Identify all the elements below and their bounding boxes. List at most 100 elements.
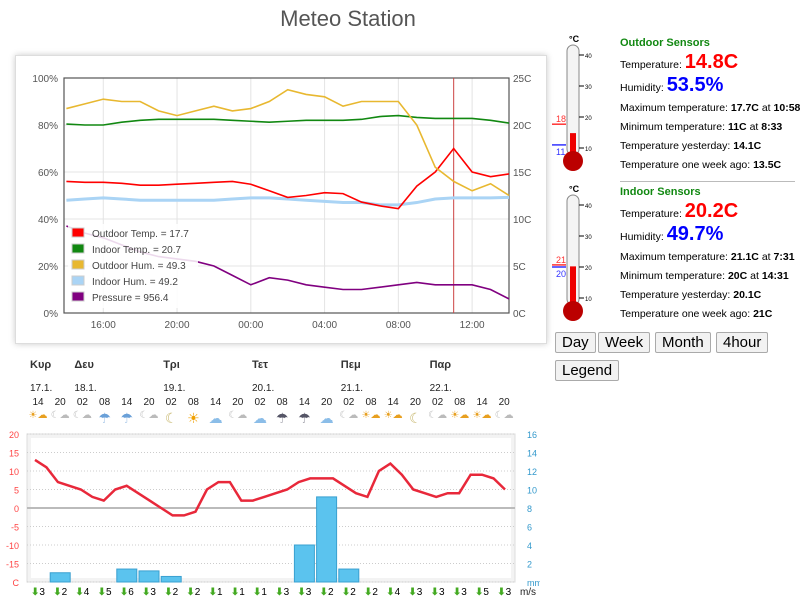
forecast-hour: 14 xyxy=(121,397,133,408)
outdoor-hum-value: 53.5% xyxy=(666,74,724,96)
forecast-hour: 20 xyxy=(498,397,510,408)
forecast-hour: 20 xyxy=(321,397,333,408)
forecast-day-name: Τετ xyxy=(252,359,269,371)
legend-entry: Outdoor Hum. = 49.3 xyxy=(92,261,186,272)
sun-cloud-icon: ☀☁ xyxy=(383,410,403,421)
left-axis-tick: 100% xyxy=(32,74,58,85)
legend-swatch xyxy=(71,243,85,254)
main-chart[interactable]: 0% 0C 20% 5C 40% 10C 60% 15C 80% 20C 100% 25C 16:00 2… xyxy=(15,55,547,344)
forecast-hour: 02 xyxy=(343,397,355,408)
main-chart-svg[interactable]: 0% 0C 20% 5C 40% 10C 60% 15C 80% 20C 100% 25C 16:00 2… xyxy=(16,56,546,343)
moon-cloud-icon: ☾☁ xyxy=(50,410,70,421)
sun-cloud-icon: ☀☁ xyxy=(450,410,470,421)
divider xyxy=(620,181,795,182)
scale-label: 10 xyxy=(585,147,592,153)
forecast-hour: 08 xyxy=(365,397,377,408)
unit-label: °C xyxy=(569,184,580,194)
legend-entry: Pressure = 956.4 xyxy=(92,293,169,304)
legend-entry: Indoor Temp. = 20.7 xyxy=(92,245,181,256)
thermometer-bulb xyxy=(563,151,583,171)
right-axis-tick: 15C xyxy=(513,168,531,179)
forecast-date: 18.1. xyxy=(74,383,97,394)
outdoor-max-label: Maximum temperature: xyxy=(620,102,728,114)
thermometers: °C 40 30 20 10 18 11 °C 40 30 20 10 21 20 xyxy=(552,34,592,321)
precipitation-bar xyxy=(293,544,315,583)
left-axis-tick: 60% xyxy=(38,168,58,179)
forecast-chart: 20 16 15 14 10 12 5 10 0 8 -5 6 -10 4 -15 2 C mm xyxy=(6,430,540,588)
precip-axis-tick: 10 xyxy=(527,486,537,496)
left-axis-tick: 0% xyxy=(44,309,59,320)
indoor-min-value: 20C xyxy=(727,270,748,282)
moon-cloud-icon: ☾☁ xyxy=(428,410,448,421)
moon-cloud-icon: ☾☁ xyxy=(494,410,514,421)
forecast-day-name: Τρι xyxy=(163,359,180,371)
temp-axis-tick: -10 xyxy=(6,541,19,551)
precipitation-bar xyxy=(338,568,360,583)
moon-cloud-icon: ☾☁ xyxy=(228,410,248,421)
week-button[interactable]: Week xyxy=(598,332,651,353)
forecast-hour: 14 xyxy=(32,397,44,408)
scale-label: 40 xyxy=(585,54,592,60)
right-axis-tick: 20C xyxy=(513,121,531,132)
forecast-date: 19.1. xyxy=(163,383,186,394)
outdoor-hum-label: Humidity: xyxy=(620,82,664,94)
chart-legend: Outdoor Temp. = 17.7 Indoor Temp. = 20.7 O… xyxy=(68,224,198,308)
month-button[interactable]: Month xyxy=(655,332,711,353)
moon-cloud-icon: ☾☁ xyxy=(72,410,92,421)
temp-axis-tick: -5 xyxy=(11,523,19,533)
forecast-hour: 14 xyxy=(210,397,222,408)
indoor-sensors-title: Indoor Sensors xyxy=(620,186,701,198)
legend-swatch xyxy=(71,259,85,270)
scale-label: 40 xyxy=(585,204,592,210)
precip-axis-tick: 16 xyxy=(527,430,537,440)
temp-axis-tick: 5 xyxy=(14,486,19,496)
at-label: at xyxy=(750,270,759,282)
precipitation-bar xyxy=(160,575,182,583)
thermometer-bulb xyxy=(563,301,583,321)
day-button[interactable]: Day xyxy=(555,332,596,353)
outdoor-sensors-title: Outdoor Sensors xyxy=(620,37,710,49)
legend-entry: Indoor Hum. = 49.2 xyxy=(92,277,178,288)
forecast-hour: 08 xyxy=(276,397,288,408)
right-axis-tick: 10C xyxy=(513,215,531,226)
legend-entry: Outdoor Temp. = 17.7 xyxy=(92,229,189,240)
4hour-button[interactable]: 4hour xyxy=(716,332,769,353)
outdoor-temp-value: 14.8C xyxy=(684,51,739,73)
indoor-min-time: 14:31 xyxy=(761,270,789,282)
legend-swatch xyxy=(71,227,85,238)
legend-swatch xyxy=(71,291,85,302)
precip-axis-tick: 2 xyxy=(527,560,532,570)
at-label: at xyxy=(761,102,771,114)
legend-button[interactable]: Legend xyxy=(555,360,620,381)
forecast-date: 21.1. xyxy=(340,383,364,394)
unit-label: °C xyxy=(569,34,580,44)
outdoor-yesterday-label: Temperature yesterday: xyxy=(620,140,731,152)
scale-label: 20 xyxy=(585,116,592,122)
scale-label: 30 xyxy=(585,235,592,241)
left-axis-tick: 40% xyxy=(38,215,58,226)
page-title: Meteo Station xyxy=(280,6,416,31)
temp-axis-tick: 15 xyxy=(9,449,19,459)
forecast-date: 17.1. xyxy=(30,383,53,394)
scale-label: 30 xyxy=(585,85,592,91)
max-marker-label: 21 xyxy=(556,255,566,265)
forecast-hour: 08 xyxy=(99,397,111,408)
temp-axis-tick: 10 xyxy=(9,467,19,477)
temp-axis-tick: 20 xyxy=(9,430,19,440)
forecast-hour: 02 xyxy=(432,397,444,408)
forecast-date: 22.1. xyxy=(429,383,452,394)
indoor-week-label: Temperature one week ago: xyxy=(620,308,751,320)
sun-cloud-icon: ☀☁ xyxy=(361,410,381,421)
outdoor-max-time: 10:58 xyxy=(773,102,800,114)
precip-axis-tick: 6 xyxy=(527,523,532,533)
forecast-hour: 20 xyxy=(232,397,244,408)
indoor-sensors-panel: Indoor Sensors Temperature: 20.2C Humidi… xyxy=(620,186,795,320)
min-marker-label: 20 xyxy=(556,269,566,279)
precipitation-bar xyxy=(116,568,138,583)
precip-axis-tick: 12 xyxy=(527,467,537,477)
indoor-week-value: 21C xyxy=(753,308,773,320)
forecast-day-name: Κυρ xyxy=(30,359,52,371)
outdoor-max-value: 17.7C xyxy=(730,102,759,114)
indoor-hum-label: Humidity: xyxy=(620,231,664,243)
x-axis-tick: 20:00 xyxy=(165,320,190,331)
